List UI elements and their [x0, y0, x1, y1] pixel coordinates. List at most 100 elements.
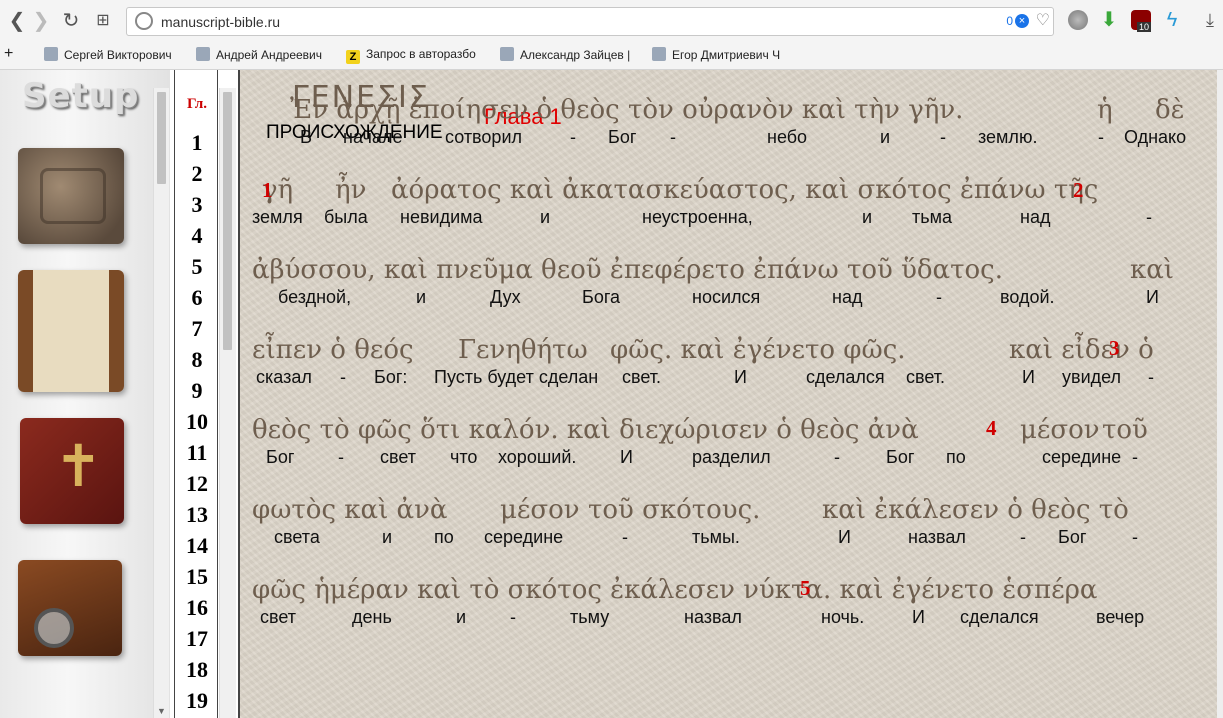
download-green-icon[interactable]: ⬇ [1099, 10, 1119, 30]
chapter-link[interactable]: 12 [175, 471, 219, 497]
chapter-scrollbar[interactable] [219, 88, 236, 718]
page-content: Setup ▼ Гл. 1234567891011121314151617181… [0, 70, 1223, 718]
russian-word: - [1020, 527, 1026, 547]
setup-title[interactable]: Setup [22, 76, 139, 116]
chapter-link[interactable]: 8 [175, 347, 219, 373]
vpn-globe-icon[interactable] [1068, 10, 1088, 30]
chapter-link[interactable]: 7 [175, 316, 219, 342]
address-bar[interactable]: manuscript-bible.ru 0 × ♡ [126, 7, 1054, 36]
chapter-link[interactable]: 14 [175, 533, 219, 559]
chapter-list-header: Гл. [186, 96, 208, 112]
sidebar-scrollbar[interactable]: ▼ [153, 88, 169, 718]
russian-word: сказал [256, 367, 312, 387]
chapter-link[interactable]: 16 [175, 595, 219, 621]
chapter-link[interactable]: 10 [175, 409, 219, 435]
ublock-icon[interactable]: 10 [1131, 10, 1152, 32]
russian-word: - [1146, 207, 1152, 227]
russian-word: тьму [570, 607, 610, 627]
russian-word: была [324, 207, 368, 227]
close-badge-icon[interactable]: × [1015, 14, 1029, 28]
verse-number: 3 [1109, 336, 1120, 360]
bookmark-item[interactable]: Егор Дмитриевич Ч [652, 47, 784, 65]
chapter-link[interactable]: 9 [175, 378, 219, 404]
chapter-link[interactable]: 3 [175, 192, 219, 218]
url-text[interactable]: manuscript-bible.ru [161, 14, 280, 30]
russian-word: увидел [1062, 367, 1122, 387]
bookmark-label: Егор Дмитриевич Ч [672, 48, 781, 62]
greek-word: ἡ [1097, 95, 1113, 125]
russian-word: И [838, 527, 851, 547]
scrollbar-thumb[interactable] [223, 92, 232, 350]
scroll-down-arrow-icon[interactable]: ▼ [154, 704, 169, 718]
bookmark-item[interactable]: Сергей Викторович [44, 47, 174, 65]
heart-icon[interactable]: ♡ [1036, 10, 1050, 30]
bookmark-item[interactable]: Александр Зайцев | [500, 47, 630, 65]
russian-word: - [1132, 527, 1138, 547]
bookmark-favicon [500, 47, 514, 61]
russian-word: - [834, 447, 840, 467]
add-bookmark-icon[interactable]: + [4, 45, 13, 63]
russian-word: Однако [1124, 127, 1187, 147]
chapter-link[interactable]: 19 [175, 688, 219, 714]
russian-word: по [434, 527, 454, 547]
russian-word: свет. [622, 367, 662, 387]
bookmark-label: Александр Зайцев | [520, 48, 630, 62]
verse-number: 1 [262, 178, 273, 202]
chapter-link[interactable]: 4 [175, 223, 219, 249]
bookmark-label: Запрос в авторазбо [366, 47, 476, 61]
text-scrollbar[interactable] [1217, 70, 1223, 718]
stone-tablet-icon[interactable] [18, 148, 124, 244]
back-icon[interactable]: ❮ [4, 8, 30, 34]
russian-word: Бог [1058, 527, 1087, 547]
russian-word: и [540, 207, 551, 227]
scrollbar-thumb[interactable] [157, 92, 166, 184]
bookmark-label: Сергей Викторович [64, 48, 172, 62]
chapter-link[interactable]: 2 [175, 161, 219, 187]
russian-word: - [670, 127, 676, 147]
extension-s-icon[interactable]: ϟ [1162, 10, 1182, 30]
greek-word: εἶπεν ὁ θεός [252, 335, 414, 365]
chapter-link[interactable]: 11 [175, 440, 219, 466]
torah-scroll-icon[interactable] [18, 270, 124, 392]
russian-word: свет [260, 607, 297, 627]
russian-word: Бога [582, 287, 621, 307]
russian-word: середине [1042, 447, 1122, 467]
bookmark-favicon [44, 47, 58, 61]
greek-word: μέσον [1020, 415, 1100, 445]
blocked-counter: 0 [1006, 14, 1013, 28]
chapter-link[interactable]: 13 [175, 502, 219, 528]
russian-word: Дух [490, 287, 521, 307]
reload-icon[interactable]: ↻ [58, 8, 84, 34]
browser-window: ❮ ❯ ↻ ⊞ manuscript-bible.ru 0 × ♡ ⬇ 10 ϟ… [0, 0, 1223, 718]
setup-sidebar: Setup ▼ [0, 70, 170, 718]
russian-word: сделался [960, 607, 1039, 627]
greek-word: Γενηθήτω [458, 335, 588, 365]
bible-book-icon[interactable] [20, 418, 124, 524]
bookmark-item[interactable]: Z Запрос в авторазбо [346, 47, 478, 65]
russian-word: И [1022, 367, 1035, 387]
russian-word: что [450, 447, 478, 467]
russian-word: - [940, 127, 946, 147]
chapter-link[interactable]: 15 [175, 564, 219, 590]
chapter-link[interactable]: 5 [175, 254, 219, 280]
greek-word: ἦν [335, 175, 367, 205]
russian-word: ночь. [821, 607, 865, 627]
chapter-link[interactable]: 17 [175, 626, 219, 652]
globe-icon [135, 12, 153, 30]
downloads-icon[interactable]: ⤓ [1200, 10, 1220, 30]
chapter-link[interactable]: 18 [175, 657, 219, 683]
russian-word: землю. [978, 127, 1038, 147]
russian-word: В [300, 127, 313, 147]
wooden-box-magnifier-icon[interactable] [18, 560, 122, 656]
russian-word: водой. [1000, 287, 1055, 307]
russian-word: над [832, 287, 863, 307]
ublock-count: 10 [1137, 22, 1152, 32]
russian-word: И [620, 447, 633, 467]
bookmark-item[interactable]: Андрей Андреевич [196, 47, 324, 65]
speed-dial-icon[interactable]: ⊞ [90, 8, 116, 34]
greek-word: μέσον [500, 495, 580, 525]
chapter-link[interactable]: 1 [175, 130, 219, 156]
greek-word: ἀόρατος καὶ ἀκατασκεύαστος, καὶ σκότος ἐ… [391, 175, 1099, 205]
forward-icon[interactable]: ❯ [28, 8, 54, 34]
chapter-link[interactable]: 6 [175, 285, 219, 311]
